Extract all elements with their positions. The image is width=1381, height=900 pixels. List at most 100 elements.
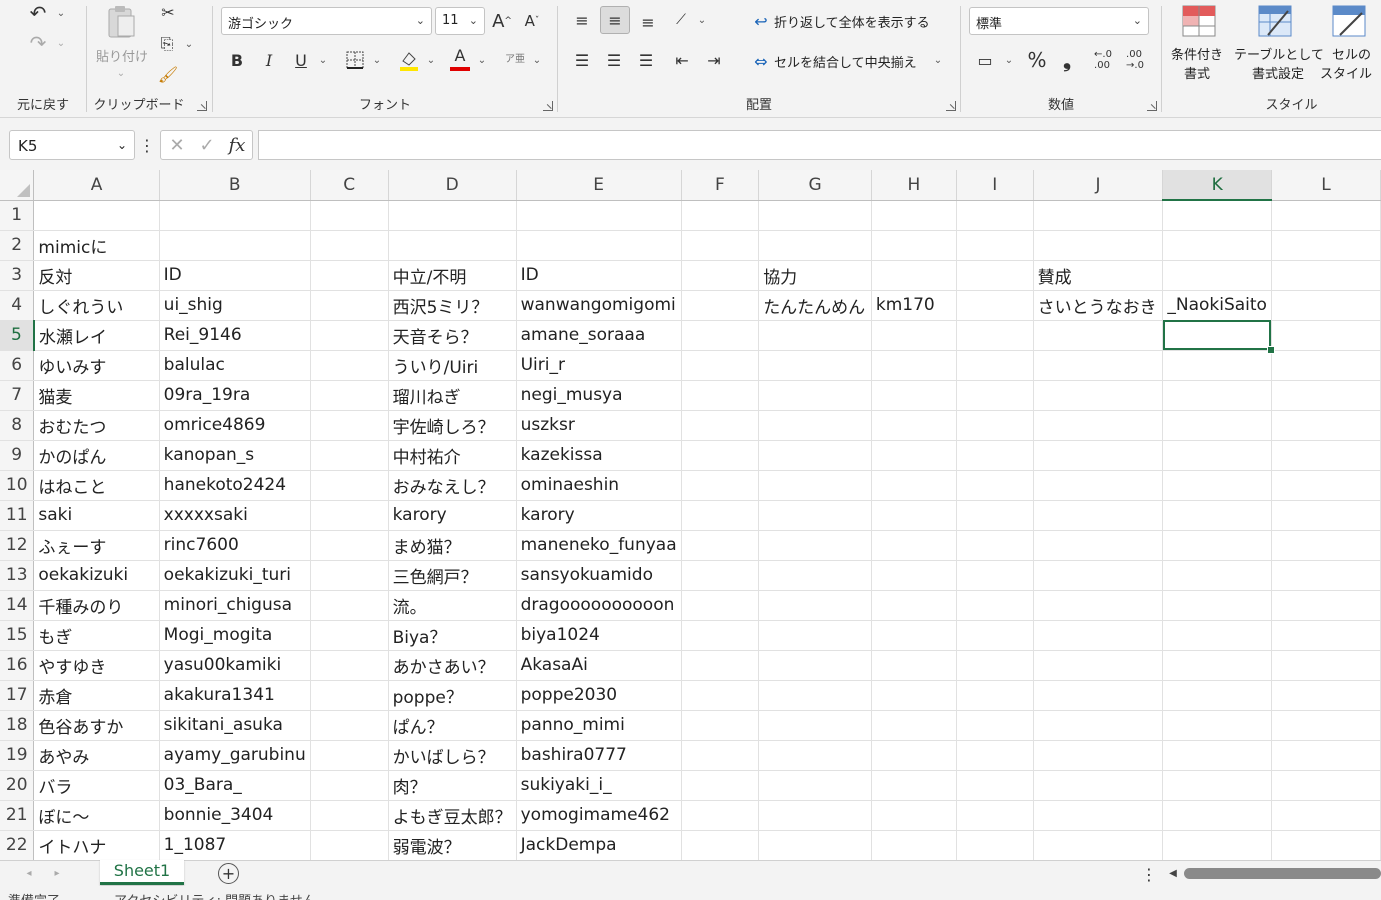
italic-button[interactable]: I (257, 46, 281, 74)
cell-h10[interactable] (871, 470, 957, 501)
cell-e21[interactable]: yomogimame462 (516, 800, 682, 831)
cell-b1[interactable] (159, 200, 311, 231)
merge-dropdown-icon[interactable]: ⌄ (932, 52, 944, 68)
cell-f18[interactable] (681, 710, 760, 741)
cell-e13[interactable]: sansyokuamido (516, 560, 682, 591)
cell-f5[interactable] (681, 320, 760, 351)
cell-g18[interactable] (758, 710, 872, 741)
cell-b2[interactable] (159, 230, 311, 261)
cell-h4[interactable]: km170 (871, 290, 957, 321)
cell-d5[interactable]: 天音そら？ (388, 320, 517, 351)
cell-f16[interactable] (681, 650, 760, 681)
cell-e6[interactable]: Uiri_r (516, 350, 682, 381)
column-header-g[interactable]: G (758, 170, 872, 201)
cell-l12[interactable] (1271, 530, 1381, 561)
cell-k8[interactable] (1162, 410, 1272, 441)
cell-d4[interactable]: 西沢5ミリ？ (388, 290, 517, 321)
enter-icon[interactable]: ✓ (195, 133, 219, 157)
fill-color-dropdown-icon[interactable]: ⌄ (425, 52, 437, 68)
cell-a15[interactable]: もぎ (33, 620, 160, 651)
cell-g8[interactable] (758, 410, 872, 441)
column-header-b[interactable]: B (159, 170, 311, 201)
cell-k2[interactable] (1162, 230, 1272, 261)
row-header[interactable]: 9 (0, 440, 35, 471)
insert-function-icon[interactable]: fx (223, 133, 251, 157)
cell-g3[interactable]: 協力 (758, 260, 872, 291)
row-header[interactable]: 17 (0, 680, 35, 711)
add-sheet-icon[interactable]: + (218, 863, 239, 884)
cell-i22[interactable] (956, 830, 1034, 860)
cell-d20[interactable]: 肉？ (388, 770, 517, 801)
row-header[interactable]: 15 (0, 620, 35, 651)
cell-c4[interactable] (310, 290, 389, 321)
align-bottom-icon[interactable]: ≡ (634, 8, 662, 36)
cell-l6[interactable] (1271, 350, 1381, 381)
cell-l3[interactable] (1271, 260, 1381, 291)
cell-a11[interactable]: saki (33, 500, 160, 531)
cell-i17[interactable] (956, 680, 1034, 711)
cell-l16[interactable] (1271, 650, 1381, 681)
cell-styles-button[interactable]: セルの スタイル (1318, 2, 1378, 82)
row-header[interactable]: 11 (0, 500, 35, 531)
cell-e5[interactable]: amane_soraaa (516, 320, 682, 351)
cell-k16[interactable] (1162, 650, 1272, 681)
row-header[interactable]: 7 (0, 380, 35, 411)
cell-d3[interactable]: 中立/不明 (388, 260, 517, 291)
cell-b22[interactable]: 1_1087 (159, 830, 311, 860)
cell-f1[interactable] (681, 200, 760, 231)
cell-l22[interactable] (1271, 830, 1381, 860)
scroll-left-icon[interactable]: ◀ (1166, 865, 1180, 881)
cell-h1[interactable] (871, 200, 957, 231)
cell-d13[interactable]: 三色網戸？ (388, 560, 517, 591)
cell-d22[interactable]: 弱電波？ (388, 830, 517, 860)
cell-a10[interactable]: はねこと (33, 470, 160, 501)
align-right-icon[interactable]: ☰ (632, 46, 660, 74)
cell-l1[interactable] (1271, 200, 1381, 231)
cell-f8[interactable] (681, 410, 760, 441)
cell-e3[interactable]: ID (516, 260, 682, 291)
row-header[interactable]: 21 (0, 800, 35, 831)
cell-g15[interactable] (758, 620, 872, 651)
cell-k10[interactable] (1162, 470, 1272, 501)
cell-d1[interactable] (388, 200, 517, 231)
cell-g6[interactable] (758, 350, 872, 381)
cell-j6[interactable] (1033, 350, 1164, 381)
row-header[interactable]: 2 (0, 230, 35, 261)
cell-h2[interactable] (871, 230, 957, 261)
cell-g12[interactable] (758, 530, 872, 561)
cell-e7[interactable]: negi_musya (516, 380, 682, 411)
cell-j11[interactable] (1033, 500, 1164, 531)
cell-f17[interactable] (681, 680, 760, 711)
cell-c5[interactable] (310, 320, 389, 351)
cell-b5[interactable]: Rei_9146 (159, 320, 311, 351)
cell-c8[interactable] (310, 410, 389, 441)
cell-c9[interactable] (310, 440, 389, 471)
cell-e11[interactable]: karory (516, 500, 682, 531)
cell-c14[interactable] (310, 590, 389, 621)
cell-h5[interactable] (871, 320, 957, 351)
cell-g4[interactable]: たんたんめん (758, 290, 872, 321)
row-header[interactable]: 20 (0, 770, 35, 801)
cell-j17[interactable] (1033, 680, 1164, 711)
cell-i13[interactable] (956, 560, 1034, 591)
select-all-button[interactable] (0, 170, 35, 201)
sheet-tab-sheet1[interactable]: Sheet1 (100, 860, 184, 885)
cell-b8[interactable]: omrice4869 (159, 410, 311, 441)
cancel-icon[interactable]: ✕ (165, 133, 189, 157)
cell-l10[interactable] (1271, 470, 1381, 501)
cell-b16[interactable]: yasu00kamiki (159, 650, 311, 681)
cell-a1[interactable] (33, 200, 160, 231)
cell-f10[interactable] (681, 470, 760, 501)
column-header-a[interactable]: A (33, 170, 160, 201)
cell-i19[interactable] (956, 740, 1034, 771)
cell-f11[interactable] (681, 500, 760, 531)
cell-b11[interactable]: xxxxxsaki (159, 500, 311, 531)
cell-l5[interactable] (1271, 320, 1381, 351)
cell-g11[interactable] (758, 500, 872, 531)
accessibility-status[interactable]: アクセシビリティ: 問題ありません (114, 890, 316, 900)
cell-g13[interactable] (758, 560, 872, 591)
cell-j9[interactable] (1033, 440, 1164, 471)
cell-a9[interactable]: かのぱん (33, 440, 160, 471)
row-header[interactable]: 10 (0, 470, 35, 501)
cell-i15[interactable] (956, 620, 1034, 651)
